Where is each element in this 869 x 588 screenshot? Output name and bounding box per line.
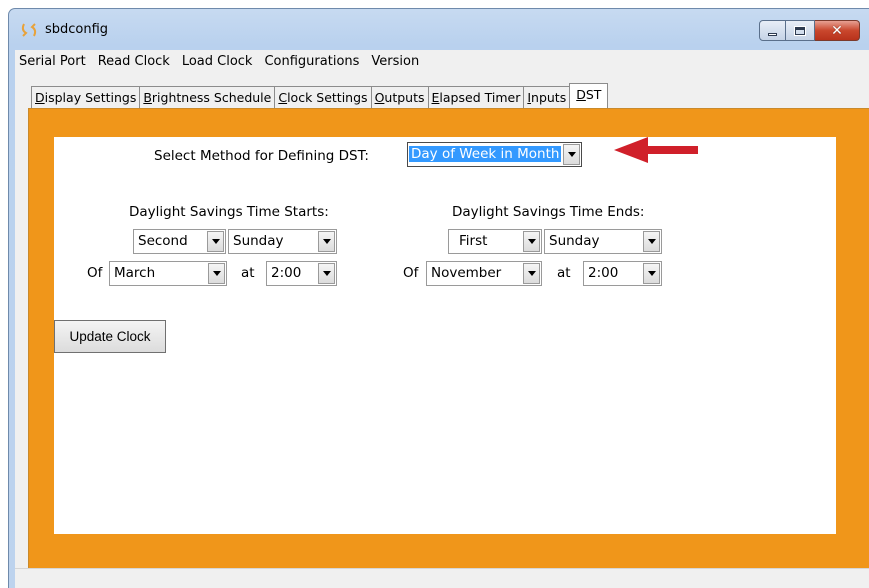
- chevron-down-icon[interactable]: [523, 263, 540, 284]
- dst-settings-panel: Select Method for Defining DST: Day of W…: [54, 137, 836, 534]
- maximize-icon: [794, 25, 806, 36]
- tab-elapsed-timer[interactable]: Elapsed Timer: [427, 86, 525, 108]
- chevron-down-icon[interactable]: [318, 263, 335, 284]
- chevron-down-icon[interactable]: [318, 231, 335, 252]
- minimize-icon: [768, 32, 777, 36]
- ends-week-value: First: [459, 233, 488, 249]
- starts-week-value: Second: [138, 233, 188, 249]
- tab-content-frame: Select Method for Defining DST: Day of W…: [28, 108, 869, 572]
- tab-dst[interactable]: DST: [569, 83, 609, 108]
- ends-week-select[interactable]: First: [448, 229, 542, 254]
- client-area: Serial Port Read Clock Load Clock Config…: [15, 50, 869, 588]
- method-label: Select Method for Defining DST:: [154, 148, 369, 164]
- tab-label: utputs: [384, 90, 425, 105]
- ends-month-select[interactable]: November: [426, 261, 542, 286]
- tab-label: isplay Settings: [44, 90, 137, 105]
- tab-label: rightness Schedule: [151, 90, 272, 105]
- menu-read-clock[interactable]: Read Clock: [92, 50, 176, 74]
- sync-icon: [20, 21, 38, 39]
- tab-label: nputs: [531, 90, 567, 105]
- starts-time-value: 2:00: [271, 265, 302, 281]
- tab-outputs[interactable]: Outputs: [370, 86, 429, 108]
- starts-at-label: at: [241, 265, 255, 281]
- menu-version[interactable]: Version: [365, 50, 425, 74]
- dst-method-select[interactable]: Day of Week in Month: [407, 142, 582, 167]
- window-controls: ✕: [759, 20, 860, 41]
- ends-day-select[interactable]: Sunday: [544, 229, 662, 254]
- chevron-down-icon[interactable]: [208, 263, 225, 284]
- status-bar: [15, 568, 869, 588]
- chevron-down-icon[interactable]: [563, 144, 580, 165]
- maximize-button[interactable]: [786, 20, 815, 41]
- dst-ends-heading: Daylight Savings Time Ends:: [452, 204, 645, 220]
- chevron-down-icon[interactable]: [523, 231, 540, 252]
- ends-of-label: Of: [403, 265, 419, 281]
- tab-inputs[interactable]: Inputs: [523, 86, 571, 108]
- chevron-down-icon[interactable]: [643, 263, 660, 284]
- tab-clock-settings[interactable]: Clock Settings: [274, 86, 372, 108]
- menu-configurations[interactable]: Configurations: [258, 50, 365, 74]
- annotation-arrow-icon: [614, 137, 698, 163]
- title-bar[interactable]: sbdconfig ✕: [9, 9, 869, 50]
- tab-label-mnemonic: B: [143, 90, 152, 105]
- ends-month-value: November: [431, 265, 502, 281]
- menu-bar: Serial Port Read Clock Load Clock Config…: [15, 50, 869, 74]
- ends-time-value: 2:00: [588, 265, 619, 281]
- starts-time-select[interactable]: 2:00: [266, 261, 337, 286]
- app-window: sbdconfig ✕ Serial Port Read Clock Load …: [8, 8, 869, 588]
- chevron-down-icon[interactable]: [643, 231, 660, 252]
- ends-day-value: Sunday: [549, 233, 600, 249]
- minimize-button[interactable]: [759, 20, 786, 41]
- update-clock-button[interactable]: Update Clock: [54, 320, 166, 353]
- tab-label: ST: [585, 87, 602, 102]
- ends-at-label: at: [557, 265, 571, 281]
- tab-label: lock Settings: [287, 90, 368, 105]
- ends-time-select[interactable]: 2:00: [583, 261, 662, 286]
- starts-week-select[interactable]: Second: [133, 229, 226, 254]
- dst-starts-heading: Daylight Savings Time Starts:: [129, 204, 329, 220]
- starts-day-select[interactable]: Sunday: [228, 229, 337, 254]
- tab-label-mnemonic: D: [576, 87, 586, 102]
- chevron-down-icon[interactable]: [207, 231, 224, 252]
- tab-brightness-schedule[interactable]: Brightness Schedule: [139, 86, 276, 108]
- tab-label-mnemonic: O: [374, 90, 385, 105]
- starts-month-select[interactable]: March: [109, 261, 227, 286]
- tab-label: lapsed Timer: [439, 90, 521, 105]
- dst-method-value: Day of Week in Month: [409, 146, 562, 162]
- starts-of-label: Of: [87, 265, 103, 281]
- menu-serial-port[interactable]: Serial Port: [15, 50, 92, 74]
- starts-day-value: Sunday: [233, 233, 284, 249]
- menu-load-clock[interactable]: Load Clock: [176, 50, 259, 74]
- window-title: sbdconfig: [45, 22, 109, 37]
- close-icon: ✕: [831, 22, 843, 39]
- tab-strip: Display Settings Brightness Schedule Clo…: [31, 83, 609, 108]
- tab-display-settings[interactable]: Display Settings: [31, 86, 141, 108]
- tab-label-mnemonic: C: [278, 90, 288, 105]
- tab-label-mnemonic: D: [35, 90, 45, 105]
- starts-month-value: March: [114, 265, 156, 281]
- close-button[interactable]: ✕: [815, 20, 860, 41]
